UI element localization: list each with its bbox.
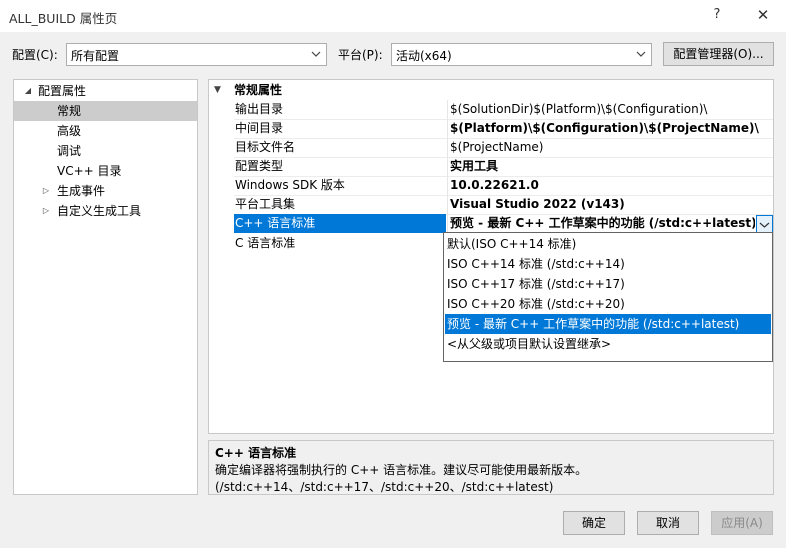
prop-name: 输出目录	[235, 102, 284, 116]
prop-value[interactable]: Visual Studio 2022 (v143)	[447, 195, 773, 214]
tree-item-debugging[interactable]: 调试	[14, 141, 197, 161]
prop-name: Windows SDK 版本	[235, 178, 345, 192]
tree-item-config-properties[interactable]: ◢ 配置属性	[14, 81, 197, 101]
prop-value[interactable]: 实用工具	[447, 157, 773, 176]
tree-item-label: 配置属性	[38, 84, 87, 98]
category-general[interactable]: ▼ 常规属性	[209, 81, 773, 100]
tree-item-label: VC++ 目录	[57, 164, 122, 178]
platform-label: 平台(P):	[338, 48, 383, 62]
tree-item-build-events[interactable]: ▷ 生成事件	[14, 181, 197, 201]
config-manager-button[interactable]: 配置管理器(O)...	[663, 42, 774, 66]
tree-item-label: 高级	[57, 124, 82, 138]
description-panel: C++ 语言标准 确定编译器将强制执行的 C++ 语言标准。建议尽可能使用最新版…	[208, 440, 774, 495]
prop-value[interactable]: $(ProjectName)	[447, 138, 773, 157]
property-tree: ◢ 配置属性 常规 高级 调试 VC++ 目录 ▷ 生成事件 ▷ 自定义生成工具	[13, 79, 198, 495]
tree-item-general[interactable]: 常规	[14, 101, 197, 121]
tree-item-label: 调试	[57, 144, 82, 158]
dropdown-option[interactable]: ISO C++20 标准 (/std:c++20)	[445, 294, 771, 314]
apply-button[interactable]: 应用(A)	[711, 511, 773, 535]
tree-item-label: 自定义生成工具	[57, 204, 142, 218]
prop-name: 目标文件名	[235, 140, 296, 154]
prop-row-platform-toolset[interactable]: 平台工具集 Visual Studio 2022 (v143)	[209, 195, 773, 214]
title-bar: ALL_BUILD 属性页 ? ✕	[0, 0, 786, 32]
cpp-standard-dropdown-list: 默认(ISO C++14 标准) ISO C++14 标准 (/std:c++1…	[443, 232, 773, 362]
expand-icon[interactable]: ▷	[40, 201, 52, 221]
prop-row-windows-sdk[interactable]: Windows SDK 版本 10.0.22621.0	[209, 176, 773, 195]
tree-item-advanced[interactable]: 高级	[14, 121, 197, 141]
config-select-value: 所有配置	[71, 49, 120, 63]
prop-value[interactable]: 预览 - 最新 C++ 工作草案中的功能 (/std:c++latest)	[447, 214, 755, 233]
collapse-icon[interactable]: ▼	[214, 81, 221, 100]
window-title: ALL_BUILD 属性页	[9, 11, 118, 26]
prop-row-intermediate-dir[interactable]: 中间目录 $(Platform)\$(Configuration)\$(Proj…	[209, 119, 773, 138]
config-label: 配置(C):	[12, 48, 58, 62]
platform-select[interactable]: 活动(x64)	[391, 43, 652, 66]
dropdown-option[interactable]: <从父级或项目默认设置继承>	[445, 334, 771, 354]
ok-button[interactable]: 确定	[563, 511, 625, 535]
dropdown-option-selected[interactable]: 预览 - 最新 C++ 工作草案中的功能 (/std:c++latest)	[445, 314, 771, 334]
chevron-down-icon	[759, 222, 770, 228]
expand-icon[interactable]: ▷	[40, 181, 52, 201]
close-icon[interactable]: ✕	[752, 4, 774, 26]
tree-item-vc-directories[interactable]: VC++ 目录	[14, 161, 197, 181]
prop-row-config-type[interactable]: 配置类型 实用工具	[209, 157, 773, 176]
tree-item-custom-build-tool[interactable]: ▷ 自定义生成工具	[14, 201, 197, 221]
prop-row-target-name[interactable]: 目标文件名 $(ProjectName)	[209, 138, 773, 157]
cancel-button[interactable]: 取消	[637, 511, 699, 535]
dropdown-option[interactable]: ISO C++17 标准 (/std:c++17)	[445, 274, 771, 294]
prop-name: 配置类型	[235, 159, 284, 173]
help-icon[interactable]: ?	[706, 4, 728, 26]
prop-row-cpp-standard[interactable]: C++ 语言标准 预览 - 最新 C++ 工作草案中的功能 (/std:c++l…	[209, 214, 773, 233]
prop-value[interactable]: $(SolutionDir)$(Platform)\$(Configuratio…	[447, 100, 773, 119]
tree-item-label: 常规	[57, 104, 82, 118]
prop-row-output-dir[interactable]: 输出目录 $(SolutionDir)$(Platform)\$(Configu…	[209, 100, 773, 119]
prop-name: C 语言标准	[235, 236, 296, 250]
prop-value[interactable]: $(Platform)\$(Configuration)\$(ProjectNa…	[447, 119, 773, 138]
chevron-down-icon	[636, 51, 646, 57]
platform-select-value: 活动(x64)	[396, 49, 452, 63]
chevron-down-icon	[311, 51, 321, 57]
description-text: 确定编译器将强制执行的 C++ 语言标准。建议尽可能使用最新版本。(/std:c…	[215, 463, 588, 494]
tree-item-label: 生成事件	[57, 184, 106, 198]
dropdown-option[interactable]: ISO C++14 标准 (/std:c++14)	[445, 254, 771, 274]
prop-name: C++ 语言标准	[234, 214, 446, 233]
category-label: 常规属性	[234, 83, 283, 97]
collapse-icon[interactable]: ◢	[22, 81, 34, 101]
prop-name: 中间目录	[235, 121, 284, 135]
prop-value[interactable]: 10.0.22621.0	[447, 176, 773, 195]
dropdown-option[interactable]: 默认(ISO C++14 标准)	[445, 234, 771, 254]
description-title: C++ 语言标准	[215, 446, 297, 460]
config-select[interactable]: 所有配置	[66, 43, 327, 66]
prop-name: 平台工具集	[235, 197, 296, 211]
